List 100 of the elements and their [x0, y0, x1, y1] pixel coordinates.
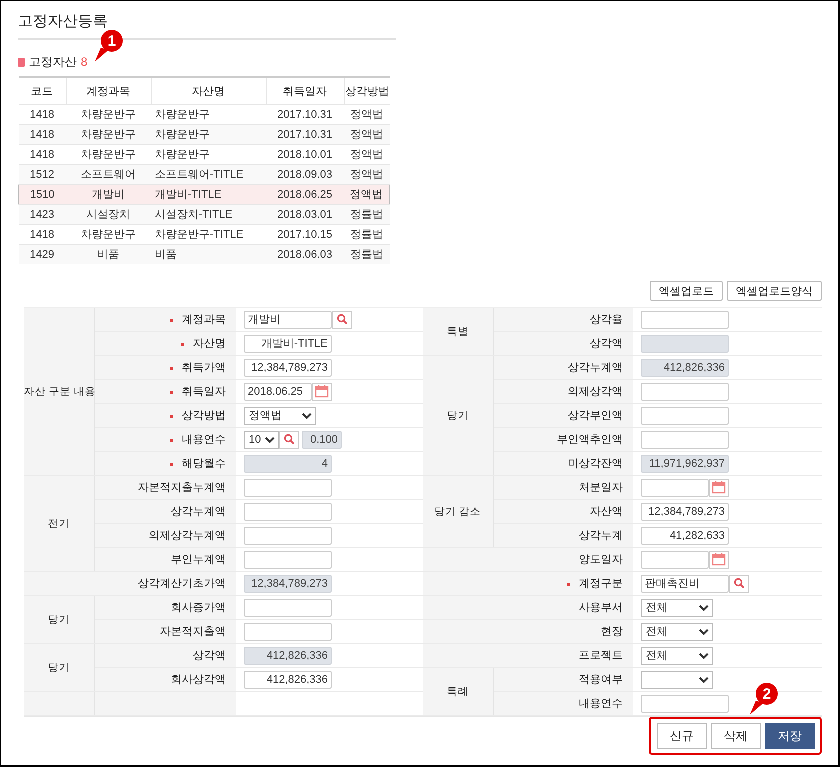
date-field[interactable] [641, 478, 709, 496]
dropdown[interactable]: 전체 [641, 646, 713, 664]
search-icon [284, 434, 294, 445]
group-label: 전기 [48, 518, 70, 530]
excel-button[interactable]: 엑셀업로드양식 [727, 281, 822, 301]
text-field[interactable]: 판매촉진비 [641, 574, 729, 592]
dropdown[interactable]: 10 [244, 430, 279, 448]
text-field[interactable]: 12,384,789,273 [244, 574, 332, 592]
table-cell[interactable]: 2017.10.31 [266, 124, 344, 144]
table-cell[interactable]: 2018.03.01 [266, 204, 344, 224]
table-cell[interactable]: 시설장치 [66, 204, 151, 224]
action-button[interactable]: 신규 [657, 723, 707, 749]
field-label: 계정과목 [182, 314, 226, 326]
required-icon [170, 438, 173, 442]
field-label: 계정구분 [579, 578, 623, 590]
required-icon [180, 342, 184, 346]
calendar-button[interactable] [312, 382, 332, 400]
group-label: 당기 [48, 614, 70, 626]
text-field[interactable]: 41,282,633 [641, 526, 729, 544]
excel-button[interactable]: 엑셀업로드 [650, 281, 723, 301]
group-label: 특례 [446, 686, 469, 698]
column-header: 계정과목 [66, 77, 151, 104]
field-label: 자본적지출액 [160, 626, 226, 638]
text-field[interactable] [244, 478, 332, 496]
text-field[interactable]: 12,384,789,273 [244, 358, 332, 376]
text-field[interactable] [244, 550, 332, 568]
text-field[interactable]: 4 [244, 454, 332, 472]
page-title: 고정자산등록 [18, 12, 109, 32]
dropdown[interactable]: 전체 [641, 598, 713, 616]
table-cell[interactable]: 차량운반구 [66, 124, 151, 144]
text-field[interactable] [641, 406, 729, 424]
table-cell[interactable]: 1423 [18, 204, 66, 224]
field-label: 회사증가액 [171, 602, 226, 614]
text-field[interactable]: 412,826,336 [244, 646, 332, 664]
dropdown[interactable]: 정액법 [244, 406, 316, 424]
table-cell[interactable]: 비품 [66, 244, 151, 264]
field-label: 상각누계 [579, 530, 623, 542]
field-label: 내용연수 [579, 698, 623, 710]
table-cell[interactable]: 정률법 [344, 244, 390, 264]
text-field[interactable]: 개발비 [244, 310, 332, 328]
field-label: 부인액추인액 [557, 434, 623, 446]
field-label: 해당월수 [182, 458, 226, 470]
calendar-button[interactable] [709, 550, 729, 568]
table-cell[interactable]: 정률법 [344, 204, 390, 224]
calendar-button[interactable] [709, 478, 729, 496]
bullet-icon [18, 58, 25, 66]
required-icon [170, 462, 173, 466]
date-field[interactable]: 2018.06.25 [244, 382, 312, 400]
calendar-icon [712, 481, 726, 494]
field-label: 상각방법 [182, 410, 226, 422]
group-label: 특별 [446, 326, 469, 338]
text-field[interactable] [244, 502, 332, 520]
search-button[interactable] [279, 430, 299, 448]
field-label: 처분일자 [579, 482, 623, 494]
field-label: 상각누계액 [171, 506, 226, 518]
text-field[interactable] [244, 598, 332, 616]
date-field[interactable] [641, 550, 709, 568]
text-field[interactable] [641, 430, 729, 448]
text-field[interactable]: 412,826,336 [244, 670, 332, 688]
table-cell[interactable]: 1418 [18, 124, 66, 144]
text-field[interactable]: 11,971,962,937 [641, 454, 729, 472]
group-label: 자산 구분 내용 [24, 386, 96, 398]
action-button[interactable]: 삭제 [711, 723, 761, 749]
dropdown[interactable] [641, 670, 713, 688]
text-field[interactable]: 개발비-TITLE [244, 334, 332, 352]
text-field[interactable] [641, 334, 729, 352]
text-field[interactable] [641, 382, 729, 400]
text-field[interactable] [641, 694, 729, 712]
search-button[interactable] [332, 310, 352, 328]
field-label: 의제상각누계액 [149, 530, 226, 542]
text-field[interactable] [244, 622, 332, 640]
table-cell[interactable]: 시설장치-TITLE [151, 204, 266, 224]
dropdown[interactable]: 전체 [641, 622, 713, 640]
text-field[interactable]: 12,384,789,273 [641, 502, 729, 520]
field-label: 양도일자 [579, 554, 623, 566]
column-header: 상각방법 [344, 77, 390, 104]
search-button[interactable] [729, 574, 749, 592]
required-icon [170, 390, 173, 394]
callout-pointer [750, 701, 764, 715]
action-button[interactable]: 저장 [765, 723, 815, 749]
text-field[interactable] [244, 526, 332, 544]
field-label: 의제상각액 [568, 386, 623, 398]
field-label: 자산명 [193, 338, 226, 350]
field-label: 내용연수 [182, 434, 226, 446]
table-cell[interactable]: 2018.06.03 [266, 244, 344, 264]
field-label: 취득일자 [182, 386, 226, 398]
table-cell[interactable]: 1429 [18, 244, 66, 264]
table-cell[interactable]: 차량운반구 [151, 124, 266, 144]
required-icon [170, 366, 173, 370]
required-icon [566, 582, 570, 586]
rate-field[interactable]: 0.100 [302, 430, 342, 448]
text-field[interactable]: 412,826,336 [641, 358, 729, 376]
calendar-icon [315, 385, 329, 398]
field-label: 상각액 [193, 650, 226, 662]
field-label: 상각부인액 [568, 410, 623, 422]
text-field[interactable] [641, 310, 729, 328]
callout-pointer [95, 48, 109, 62]
table-cell[interactable]: 비품 [151, 244, 266, 264]
table-cell[interactable]: 정액법 [344, 124, 390, 144]
group-label: 당기 [48, 662, 70, 674]
